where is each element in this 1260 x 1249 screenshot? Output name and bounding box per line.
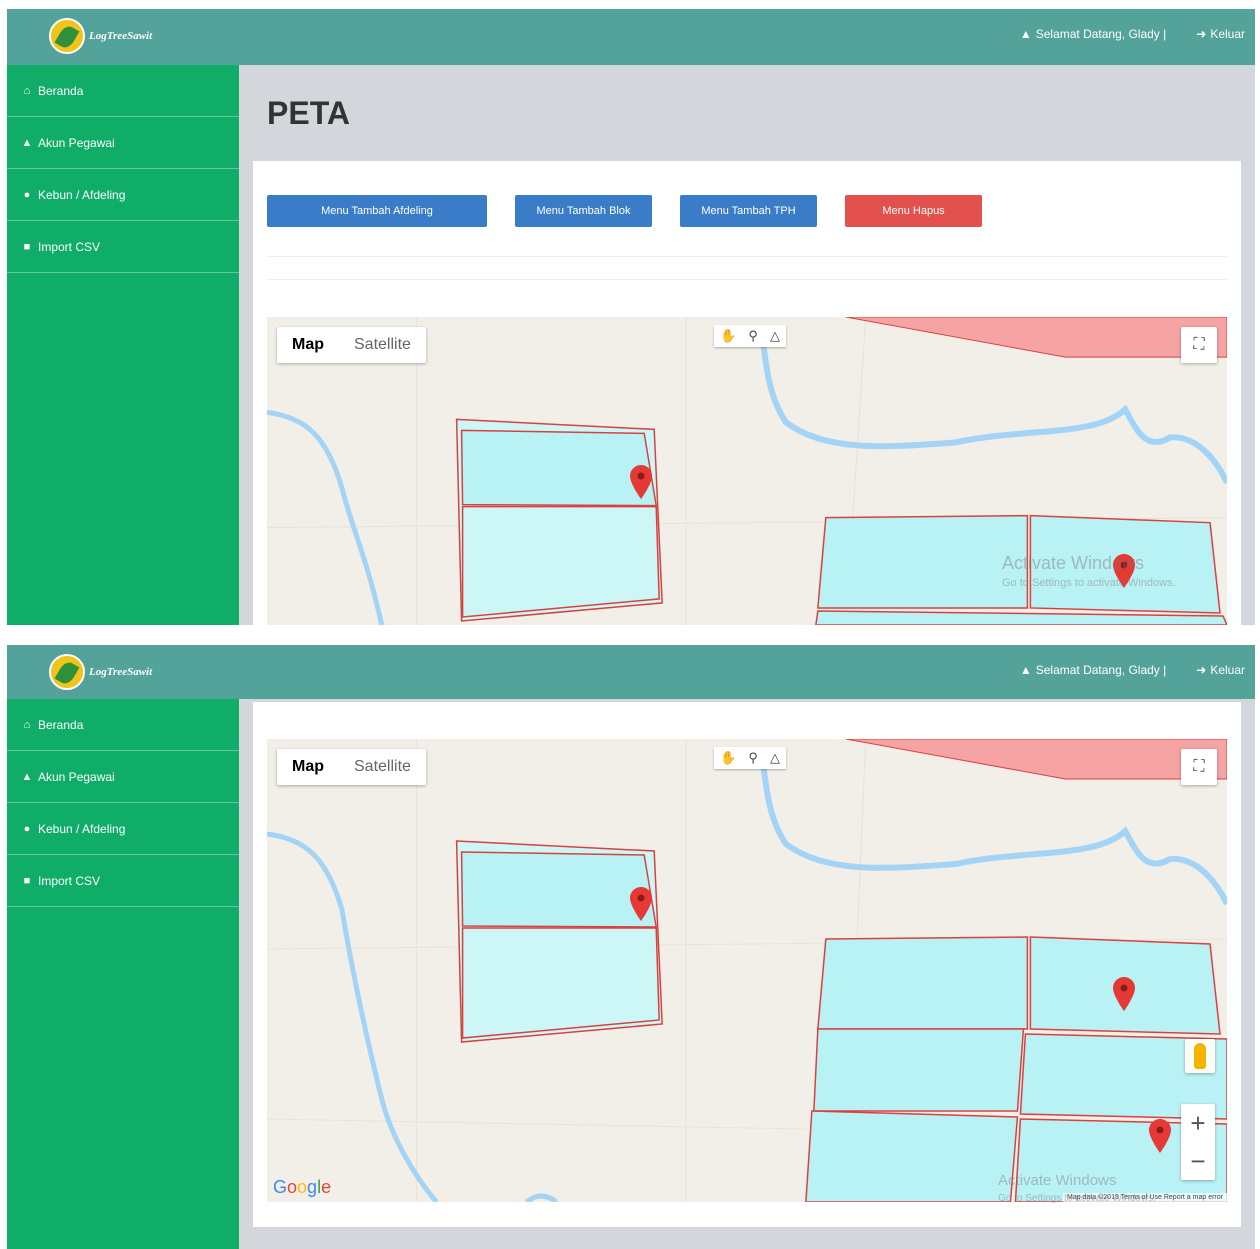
pegman-icon <box>1194 1043 1206 1069</box>
fullscreen-icon: ⛶ <box>1193 758 1205 775</box>
street-view-pegman[interactable] <box>1185 1039 1215 1073</box>
user-icon: ▲ <box>1019 663 1032 677</box>
zoom-in-button[interactable]: + <box>1181 1104 1215 1142</box>
fullscreen-icon: ⛶ <box>1193 336 1205 353</box>
map-marker-icon: ● <box>23 822 31 835</box>
map-canvas[interactable] <box>267 739 1227 1202</box>
user-icon: ▲ <box>21 136 33 149</box>
map-panel: Menu Tambah Afdeling Menu Tambah Blok Me… <box>253 161 1241 625</box>
sidebar-item-import-csv[interactable]: ■ Import CSV <box>7 855 239 907</box>
sidebar: ⌂ Beranda ▲ Akun Pegawai ● Kebun / Afdeling… <box>7 65 239 625</box>
screen-peta-map-scrolled: LogTreeSawit ▲ Selamat Datang, Glady | ➜ K… <box>7 645 1255 1249</box>
top-navbar: LogTreeSawit ▲ Selamat Datang, Glady | ➜ K… <box>7 9 1255 65</box>
logo-text: LogTreeSawit <box>89 666 153 678</box>
sign-out-icon: ➜ <box>1196 27 1207 41</box>
top-navbar: LogTreeSawit ▲ Selamat Datang, Glady | ➜ K… <box>7 645 1255 699</box>
hand-icon[interactable]: ✋ <box>720 750 736 766</box>
google-map[interactable]: Map Satellite ✋ ⚲ △ ⛶ + − Google Map dat… <box>267 739 1227 1202</box>
google-logo: Google <box>273 1177 332 1197</box>
divider <box>267 279 1227 280</box>
drawing-toolbar: ✋ ⚲ △ <box>714 747 786 769</box>
user-icon: ▲ <box>21 770 33 783</box>
activate-windows-subtitle: Go to Settings to activate Windows. <box>998 1193 1156 1204</box>
sidebar-item-beranda[interactable]: ⌂ Beranda <box>7 699 239 751</box>
sidebar-item-kebun-afdeling[interactable]: ● Kebun / Afdeling <box>7 803 239 855</box>
sign-out-icon: ➜ <box>1196 663 1207 677</box>
home-icon: ⌂ <box>23 718 31 731</box>
sidebar: ⌂ Beranda ▲ Akun Pegawai ● Kebun / Afdeling… <box>7 699 239 1249</box>
hand-icon[interactable]: ✋ <box>720 328 736 344</box>
map-marker-icon[interactable] <box>630 887 652 921</box>
sidebar-item-beranda[interactable]: ⌂ Beranda <box>7 65 239 117</box>
add-blok-button[interactable]: Menu Tambah Blok <box>515 195 652 227</box>
table-icon: ■ <box>23 874 31 887</box>
leaf-logo-icon <box>49 18 85 54</box>
map-type-satellite[interactable]: Satellite <box>339 327 426 363</box>
divider <box>267 256 1227 257</box>
polygon-tool-icon[interactable]: △ <box>770 328 780 344</box>
map-marker-icon: ● <box>23 188 31 201</box>
main-content: Map Satellite ✋ ⚲ △ ⛶ + − Google Map dat… <box>239 699 1255 1249</box>
screen-peta-with-toolbar: LogTreeSawit ▲ Selamat Datang, Glady | ➜ K… <box>7 9 1255 625</box>
delete-button[interactable]: Menu Hapus <box>845 195 982 227</box>
welcome-text: ▲ Selamat Datang, Glady | <box>1019 27 1167 41</box>
marker-tool-icon[interactable]: ⚲ <box>748 328 758 344</box>
zoom-control: + − <box>1181 1104 1215 1180</box>
add-tph-button[interactable]: Menu Tambah TPH <box>680 195 817 227</box>
drawing-toolbar: ✋ ⚲ △ <box>714 325 786 347</box>
home-icon: ⌂ <box>23 84 31 97</box>
activate-windows-subtitle: Go to Settings to activate Windows. <box>1002 577 1176 589</box>
logout-link[interactable]: ➜ Keluar <box>1196 27 1245 41</box>
marker-tool-icon[interactable]: ⚲ <box>748 750 758 766</box>
map-type-control: Map Satellite <box>277 749 426 785</box>
map-type-map[interactable]: Map <box>277 327 339 363</box>
sidebar-item-kebun-afdeling[interactable]: ● Kebun / Afdeling <box>7 169 239 221</box>
logout-link[interactable]: ➜ Keluar <box>1196 663 1245 677</box>
fullscreen-button[interactable]: ⛶ <box>1181 327 1217 363</box>
sidebar-item-akun-pegawai[interactable]: ▲ Akun Pegawai <box>7 751 239 803</box>
map-type-map[interactable]: Map <box>277 749 339 785</box>
map-marker-icon[interactable] <box>1149 1119 1171 1153</box>
logo-text: LogTreeSawit <box>89 30 153 42</box>
map-type-control: Map Satellite <box>277 327 426 363</box>
map-marker-icon[interactable] <box>1113 977 1135 1011</box>
app-logo[interactable]: LogTreeSawit <box>49 654 152 690</box>
user-icon: ▲ <box>1019 27 1032 41</box>
map-panel: Map Satellite ✋ ⚲ △ ⛶ + − Google Map dat… <box>253 702 1241 1227</box>
activate-windows-title: Activate Windows <box>998 1172 1117 1189</box>
map-type-satellite[interactable]: Satellite <box>339 749 426 785</box>
google-map[interactable]: Map Satellite ✋ ⚲ △ ⛶ Activate Windows G… <box>267 317 1227 625</box>
map-marker-icon[interactable] <box>630 465 652 499</box>
leaf-logo-icon <box>49 654 85 690</box>
zoom-out-button[interactable]: − <box>1181 1142 1215 1180</box>
sidebar-item-import-csv[interactable]: ■ Import CSV <box>7 221 239 273</box>
add-afdeling-button[interactable]: Menu Tambah Afdeling <box>267 195 487 227</box>
sidebar-item-akun-pegawai[interactable]: ▲ Akun Pegawai <box>7 117 239 169</box>
page-title: PETA <box>267 95 350 131</box>
fullscreen-button[interactable]: ⛶ <box>1181 749 1217 785</box>
app-logo[interactable]: LogTreeSawit <box>49 18 152 54</box>
activate-windows-title: Activate Windows <box>1002 553 1145 573</box>
main-content: PETA Menu Tambah Afdeling Menu Tambah Bl… <box>239 65 1255 625</box>
map-toolbar: Menu Tambah Afdeling Menu Tambah Blok Me… <box>267 195 982 227</box>
polygon-tool-icon[interactable]: △ <box>770 750 780 766</box>
welcome-text: ▲ Selamat Datang, Glady | <box>1019 663 1167 677</box>
table-icon: ■ <box>23 240 31 253</box>
